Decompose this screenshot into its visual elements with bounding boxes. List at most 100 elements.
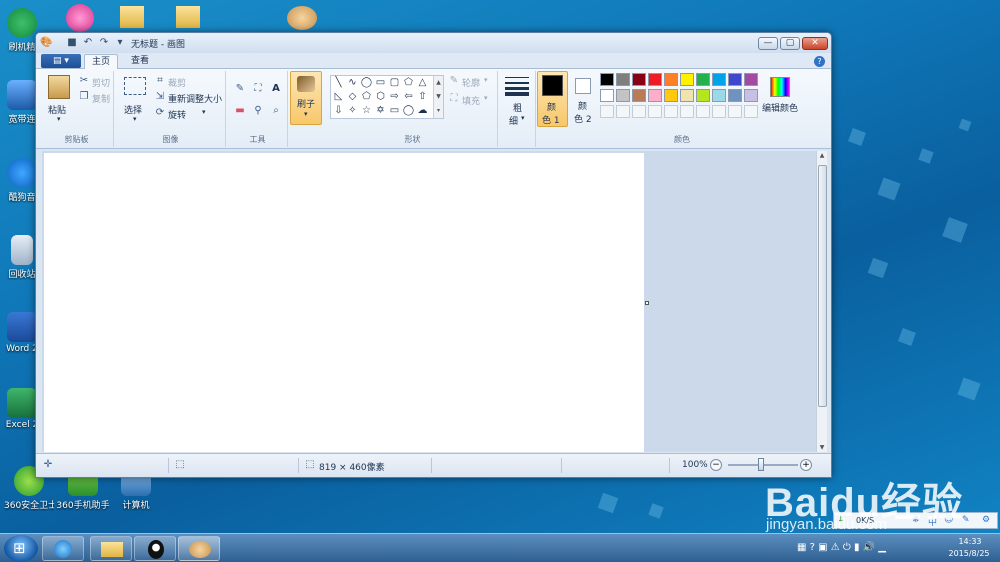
six-point-star-shape-icon[interactable]: ✡ xyxy=(374,105,387,117)
clock-time[interactable]: 14:33 xyxy=(950,537,990,546)
line-shape-icon[interactable]: ╲ xyxy=(332,77,345,89)
pen-icon[interactable]: ✎ xyxy=(962,515,970,525)
edit-colors-button[interactable]: 编辑颜色 xyxy=(762,101,798,114)
redo-icon[interactable]: ↷ xyxy=(98,37,110,49)
undo-icon[interactable]: ↶ xyxy=(82,37,94,49)
cut-icon[interactable]: ✂ xyxy=(78,75,90,87)
shapes-scroll[interactable]: ▲ ▼ ▾ xyxy=(433,76,443,118)
drawing-canvas[interactable] xyxy=(44,153,644,452)
customize-qa-icon[interactable]: ▾ xyxy=(114,37,126,49)
custom-color-slot[interactable] xyxy=(680,105,694,118)
fill-dropdown-icon[interactable]: ▾ xyxy=(484,94,488,102)
up-arrow-shape-icon[interactable]: ⇧ xyxy=(416,91,429,103)
custom-color-slot[interactable] xyxy=(600,105,614,118)
scrollbar-thumb[interactable] xyxy=(818,165,827,407)
palette-swatch[interactable] xyxy=(728,89,742,102)
palette-swatch[interactable] xyxy=(696,73,710,86)
edit-colors-icon[interactable] xyxy=(770,77,790,97)
pencil-icon[interactable]: ✎ xyxy=(234,83,246,95)
scroll-up-icon[interactable]: ▲ xyxy=(817,152,827,159)
palette-swatch[interactable] xyxy=(664,89,678,102)
file-menu-button[interactable]: ▤ ▾ xyxy=(41,54,81,68)
outline-dropdown-icon[interactable]: ▾ xyxy=(484,76,488,84)
desktop-icon-folder[interactable] xyxy=(120,6,144,28)
text-icon[interactable]: A xyxy=(270,83,282,95)
palette-swatch[interactable] xyxy=(728,73,742,86)
custom-color-slot[interactable] xyxy=(616,105,630,118)
custom-color-slot[interactable] xyxy=(648,105,662,118)
four-point-star-shape-icon[interactable]: ✧ xyxy=(346,105,359,117)
polygon-shape-icon[interactable]: ⬠ xyxy=(402,77,415,89)
tray-icons[interactable]: ▦ ? ▣ ⚠ ⏻ ▮ 🔊 ▁ xyxy=(797,542,886,553)
custom-color-slot[interactable] xyxy=(696,105,710,118)
zoom-slider-thumb[interactable] xyxy=(758,458,764,471)
rotate-dropdown-icon[interactable]: ▾ xyxy=(202,108,206,116)
left-arrow-shape-icon[interactable]: ⇦ xyxy=(402,91,415,103)
eraser-icon[interactable]: ▬ xyxy=(234,105,246,117)
curve-shape-icon[interactable]: ∿ xyxy=(346,77,359,89)
pentagon-shape-icon[interactable]: ⬠ xyxy=(360,91,373,103)
desktop-icon-paint[interactable] xyxy=(287,6,317,30)
rectangle-shape-icon[interactable]: ▭ xyxy=(374,77,387,89)
resize-icon[interactable]: ⇲ xyxy=(154,91,166,103)
palette-swatch[interactable] xyxy=(680,73,694,86)
tab-home[interactable]: 主页 xyxy=(84,54,119,69)
settings-icon[interactable]: ⚙ xyxy=(982,515,990,525)
palette-swatch[interactable] xyxy=(712,73,726,86)
close-button[interactable]: ✕ xyxy=(802,37,828,50)
callout-rect-shape-icon[interactable]: ▭ xyxy=(388,105,401,117)
color-picker-icon[interactable]: ⚲ xyxy=(252,105,264,117)
help-icon[interactable]: ? xyxy=(814,56,825,67)
rounded-rectangle-shape-icon[interactable]: ▢ xyxy=(388,77,401,89)
scroll-down-icon[interactable]: ▼ xyxy=(817,444,827,451)
copy-button[interactable]: 复制 xyxy=(92,92,110,105)
fill-button[interactable]: 填充 xyxy=(462,94,480,107)
zoom-out-icon[interactable]: − xyxy=(710,459,722,471)
save-icon[interactable]: ■ xyxy=(66,37,78,49)
palette-swatch[interactable] xyxy=(632,89,646,102)
desktop-icon-folder[interactable] xyxy=(176,6,200,28)
custom-color-slot[interactable] xyxy=(728,105,742,118)
vertical-scrollbar[interactable]: ▲ ▼ xyxy=(816,151,827,452)
palette-swatch[interactable] xyxy=(600,73,614,86)
triangle-shape-icon[interactable]: △ xyxy=(416,77,429,89)
copy-icon[interactable]: ❐ xyxy=(78,91,90,103)
crop-button[interactable]: 裁剪 xyxy=(168,76,186,89)
color1-button[interactable]: 颜 色 1 xyxy=(537,71,568,127)
select-dropdown-icon[interactable]: ▾ xyxy=(133,115,137,123)
outline-button[interactable]: 轮廓 xyxy=(462,76,480,89)
palette-swatch[interactable] xyxy=(616,73,630,86)
tab-view[interactable]: 查看 xyxy=(124,54,156,69)
resize-button[interactable]: 重新调整大小 xyxy=(168,92,222,105)
hexagon-shape-icon[interactable]: ⬡ xyxy=(374,91,387,103)
size-lines-icon[interactable] xyxy=(505,77,529,96)
brush-button[interactable]: 刷子 ▾ xyxy=(290,71,322,125)
right-triangle-shape-icon[interactable]: ◺ xyxy=(332,91,345,103)
rotate-button[interactable]: 旋转 xyxy=(168,108,186,121)
custom-color-slot[interactable] xyxy=(632,105,646,118)
maximize-button[interactable]: ▢ xyxy=(780,37,800,50)
start-button[interactable] xyxy=(4,535,38,562)
canvas-resize-handle-right[interactable] xyxy=(645,301,649,305)
palette-swatch[interactable] xyxy=(632,73,646,86)
paste-dropdown-icon[interactable]: ▾ xyxy=(57,115,61,123)
palette-swatch[interactable] xyxy=(648,89,662,102)
custom-color-slot[interactable] xyxy=(664,105,678,118)
crop-icon[interactable]: ⌗ xyxy=(154,75,166,87)
color2-button[interactable]: 颜 色 2 xyxy=(570,71,598,127)
right-arrow-shape-icon[interactable]: ⇨ xyxy=(388,91,401,103)
desktop-icon-itunes[interactable] xyxy=(66,4,94,32)
palette-swatch[interactable] xyxy=(664,73,678,86)
palette-swatch[interactable] xyxy=(696,89,710,102)
down-arrow-shape-icon[interactable]: ⇩ xyxy=(332,105,345,117)
custom-color-slot[interactable] xyxy=(744,105,758,118)
oval-shape-icon[interactable]: ◯ xyxy=(360,77,373,89)
size-label-2[interactable]: 细 xyxy=(509,114,518,127)
select-icon[interactable] xyxy=(124,77,146,95)
paste-icon[interactable] xyxy=(48,75,70,99)
five-point-star-shape-icon[interactable]: ☆ xyxy=(360,105,373,117)
fill-bucket-icon[interactable]: ⛶ xyxy=(252,83,264,95)
paint-app-icon[interactable]: 🎨 xyxy=(40,37,52,49)
palette-swatch[interactable] xyxy=(744,89,758,102)
callout-cloud-shape-icon[interactable]: ☁ xyxy=(416,105,429,117)
